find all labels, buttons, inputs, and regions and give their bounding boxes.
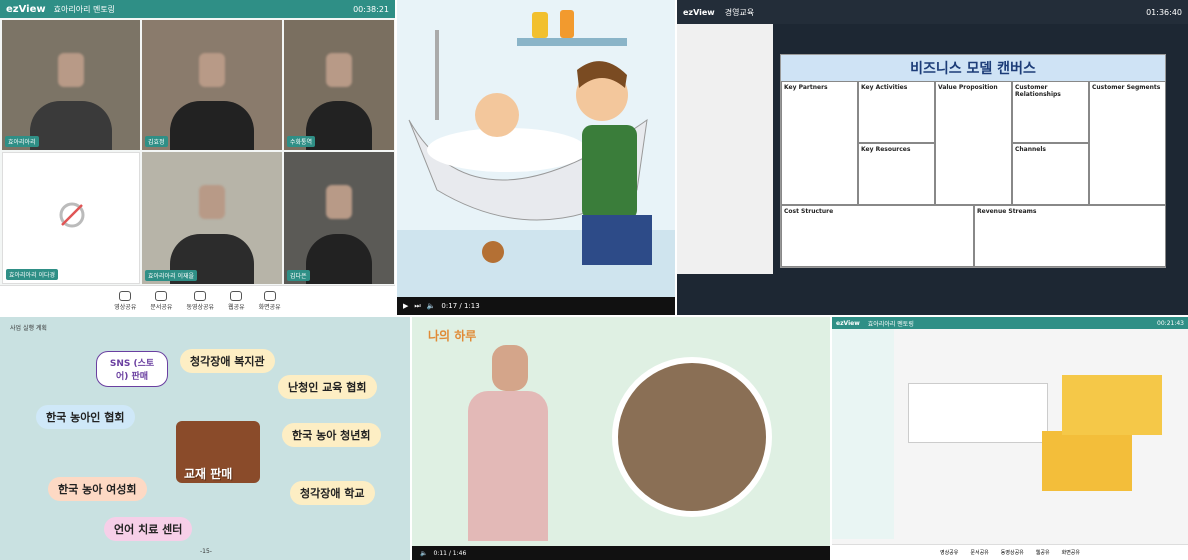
app-logo: ezView xyxy=(683,7,715,17)
sticky-note xyxy=(1042,431,1132,491)
monitor-icon xyxy=(263,290,276,301)
cartoon-video-panel[interactable]: ▶ ⏭ 🔈 0:17 / 1:13 xyxy=(397,0,675,315)
video-share-button[interactable]: 영상공유 xyxy=(114,290,136,311)
next-icon[interactable]: ⏭ xyxy=(414,302,420,311)
video-tile[interactable]: 김효정 xyxy=(142,20,282,150)
smile-icon xyxy=(119,290,132,301)
page-list[interactable] xyxy=(677,24,773,274)
participant-name: 김효정 xyxy=(145,136,168,147)
video-tile[interactable]: 효아리아리 이재을 xyxy=(142,152,282,284)
window-title: 효아리아리 멘토링 xyxy=(867,320,914,328)
participant-name: 효아리아리 이다경 xyxy=(6,269,59,280)
toolbar: 영상공유 문서공유 동영상공유 웹공유 화면공유 xyxy=(0,285,395,315)
map-item: 한국 농아 청년회 xyxy=(282,423,381,447)
map-item: 청각장애 복지관 xyxy=(180,349,275,373)
canvas-title: 비즈니스 모델 캔버스 xyxy=(781,55,1165,81)
video-tile[interactable]: 효아리아리 xyxy=(2,20,140,150)
video-tile-off[interactable]: 효아리아리 이다경 xyxy=(2,152,140,284)
canvas-cell: Value Proposition xyxy=(935,81,1012,205)
volume-icon[interactable]: 🔈 xyxy=(420,550,427,557)
screen-share-button[interactable]: 화면공유 xyxy=(1062,549,1080,556)
title-bar: ezView 경영교육 01:36:40 xyxy=(677,0,1188,24)
doc-share-button[interactable]: 문서공유 xyxy=(970,549,988,556)
participant-name: 효아리아리 이재을 xyxy=(145,270,198,281)
participant-name: 수화통역 xyxy=(287,136,316,147)
signer-body xyxy=(468,391,548,541)
volume-icon[interactable]: 🔈 xyxy=(427,302,436,310)
canvas-cell: Key Resources xyxy=(858,143,935,205)
camera-off-icon xyxy=(59,202,85,228)
title-bar: ezView 효아리아리 멘토링 00:38:21 xyxy=(0,0,395,18)
canvas-cell: Customer Segments xyxy=(1089,81,1166,205)
bath-illustration xyxy=(397,0,675,300)
participant-name: 김다은 xyxy=(287,270,310,281)
window-title: 효아리아리 멘토링 xyxy=(53,4,116,14)
center-label: 교재 판매 xyxy=(184,467,233,481)
page-number: -15- xyxy=(200,548,212,555)
time-readout: 0:11 / 1:46 xyxy=(433,549,467,557)
canvas-cell: Channels xyxy=(1012,143,1089,205)
title-bar: ezView 효아리아리 멘토링 00:21:43 xyxy=(832,317,1188,329)
elapsed-time: 00:38:21 xyxy=(353,4,389,14)
canvas-cell: Key Activities xyxy=(858,81,935,143)
note-paper xyxy=(908,383,1048,443)
mind-map-panel: 사업 실행 계획 SNS (스토어) 판매 청각장애 복지관 난청인 교육 협회… xyxy=(0,317,410,560)
toolbar: 영상공유 문서공유 동영상공유 웹공유 화면공유 xyxy=(832,544,1188,560)
header: 사업 실행 계획 xyxy=(10,325,47,332)
web-share-button[interactable]: 웹공유 xyxy=(228,290,245,311)
time-readout: 0:17 / 1:13 xyxy=(441,302,480,310)
player-controls: ▶ ⏭ 🔈 0:17 / 1:13 xyxy=(397,297,675,315)
doc-share-button[interactable]: 문서공유 xyxy=(150,290,172,311)
participant-name: 효아리아리 xyxy=(5,136,39,147)
video-conference-panel: ezView 효아리아리 멘토링 00:38:21 효아리아리 김효정 수화통역… xyxy=(0,0,395,315)
business-canvas-panel: ezView 경영교육 01:36:40 비즈니스 모델 캔버스 Key Par… xyxy=(677,0,1188,315)
web-share-button[interactable]: 웹공유 xyxy=(1036,549,1050,556)
business-model-canvas: 비즈니스 모델 캔버스 Key Partners Key Activities … xyxy=(780,54,1166,268)
video-tile[interactable]: 수화통역 xyxy=(284,20,394,150)
browser-icon xyxy=(230,290,243,301)
inset-video xyxy=(612,357,772,517)
window-title: 경영교육 xyxy=(724,7,755,17)
whiteboard-panel: ezView 효아리아리 멘토링 00:21:43 영상공유 문서공유 동영상공… xyxy=(832,317,1188,560)
app-logo: ezView xyxy=(6,3,46,15)
signer-face xyxy=(492,345,528,391)
player-controls: 🔈 0:11 / 1:46 xyxy=(412,546,830,560)
video-title: 나의 하루 xyxy=(428,329,477,343)
screen-share-button[interactable]: 화면공유 xyxy=(259,290,281,311)
canvas-cell: Revenue Streams xyxy=(974,205,1166,267)
map-item: 언어 치료 센터 xyxy=(104,517,193,541)
movie-share-button[interactable]: 동영상공유 xyxy=(186,290,214,311)
elapsed-time: 00:21:43 xyxy=(1157,319,1184,327)
video-share-button[interactable]: 영상공유 xyxy=(940,549,958,556)
movie-share-button[interactable]: 동영상공유 xyxy=(1001,549,1024,556)
video-tile[interactable]: 김다은 xyxy=(284,152,394,284)
canvas-cell: Key Partners xyxy=(781,81,858,205)
map-item: SNS (스토어) 판매 xyxy=(96,351,168,387)
canvas-cell: Cost Structure xyxy=(781,205,974,267)
map-item: 난청인 교육 협회 xyxy=(278,375,377,399)
elapsed-time: 01:36:40 xyxy=(1146,7,1182,17)
map-item: 한국 농아인 협회 xyxy=(36,405,135,429)
map-item: 한국 농아 여성회 xyxy=(48,477,147,501)
sign-language-video-panel[interactable]: 나의 하루 🔈 0:11 / 1:46 xyxy=(412,317,830,560)
side-panel xyxy=(832,329,894,539)
map-item: 청각장애 학교 xyxy=(290,481,375,505)
sticky-note xyxy=(1062,375,1162,435)
canvas-cell: Customer Relationships xyxy=(1012,81,1089,143)
play-icon[interactable]: ▶ xyxy=(403,302,408,310)
document-icon xyxy=(155,290,168,301)
play-icon xyxy=(194,290,207,301)
app-logo: ezView xyxy=(836,319,860,327)
